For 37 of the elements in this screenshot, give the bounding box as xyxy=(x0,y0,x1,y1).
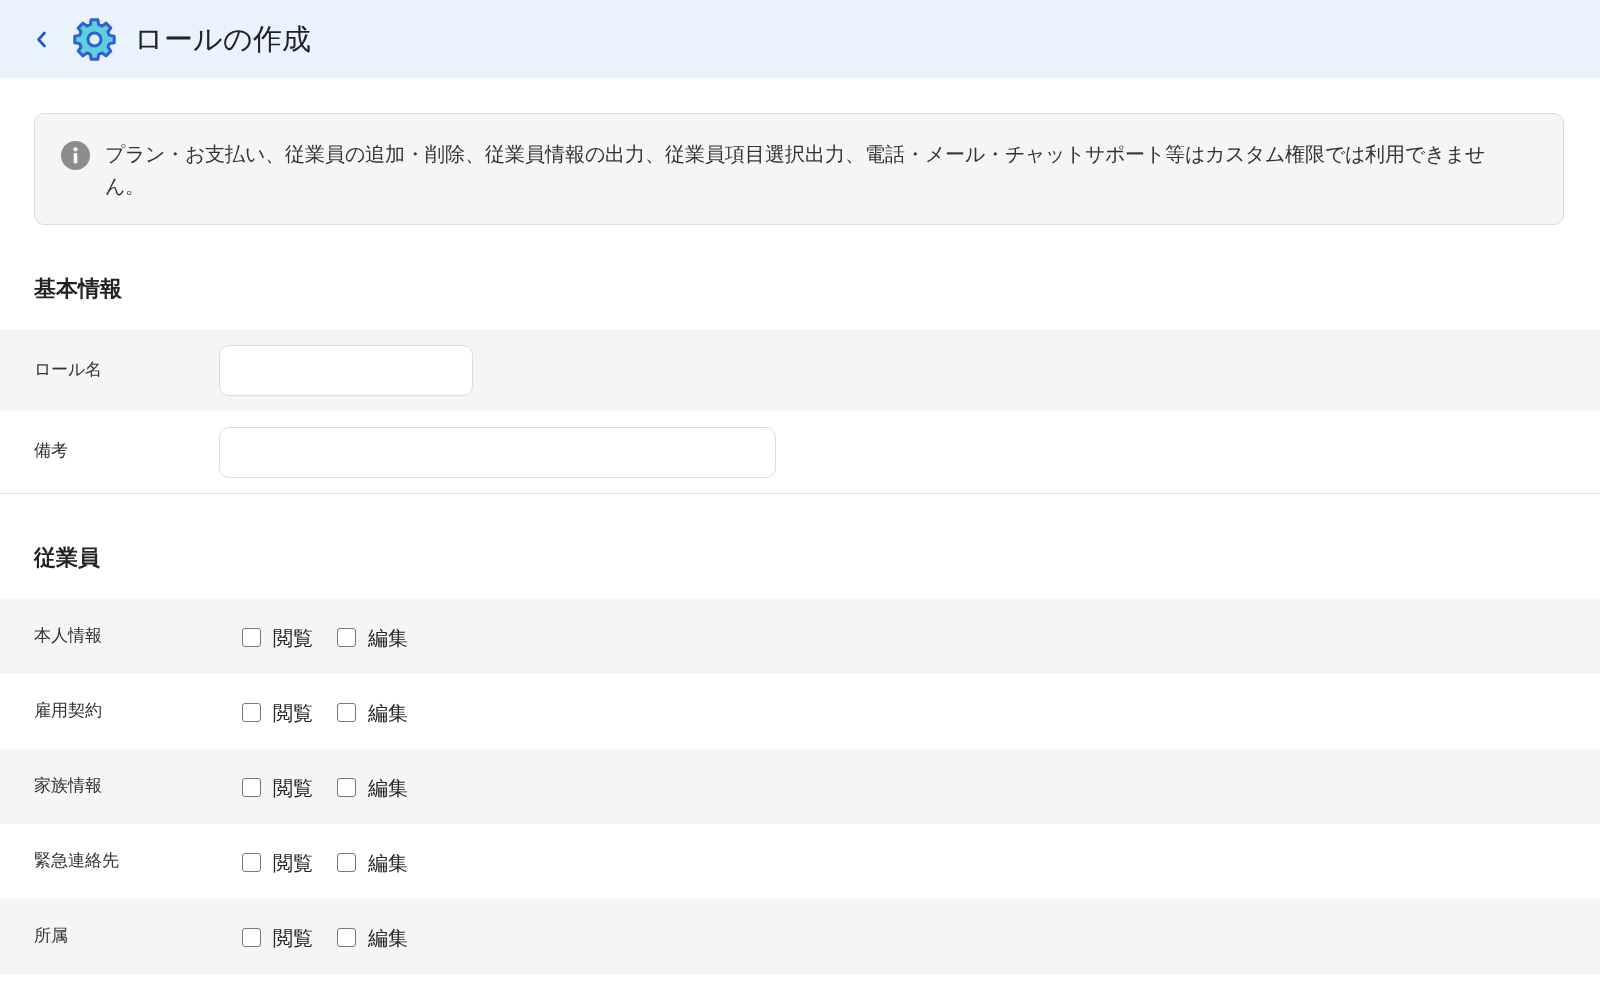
field-label: 備考 xyxy=(34,439,68,462)
page-title: ロールの作成 xyxy=(134,21,311,58)
checkbox[interactable] xyxy=(337,703,356,722)
field-label: ロール名 xyxy=(34,357,102,381)
checkbox-label[interactable]: 閲覧 xyxy=(273,699,313,727)
checkbox-label[interactable]: 編集 xyxy=(368,699,408,727)
checkbox-label[interactable]: 編集 xyxy=(368,624,408,652)
permission-label: 緊急連絡先 xyxy=(34,848,119,872)
text-field[interactable] xyxy=(219,345,473,396)
checkbox[interactable] xyxy=(337,853,356,872)
info-icon xyxy=(61,141,90,170)
checkbox-label[interactable]: 閲覧 xyxy=(273,774,313,802)
back-button[interactable] xyxy=(36,30,47,48)
section-heading: 基本情報 xyxy=(34,274,122,303)
gear-icon xyxy=(73,17,116,61)
checkbox-label[interactable]: 閲覧 xyxy=(273,624,313,652)
checkbox-label[interactable]: 編集 xyxy=(368,774,408,802)
permission-label: 雇用契約 xyxy=(34,698,102,722)
checkbox[interactable] xyxy=(242,778,261,797)
notice-text: プラン・お支払い、従業員の追加・削除、従業員情報の出力、従業員項目選択出力、電話・メール・チャットサポート等はカスタム権限では利用できません。 xyxy=(105,141,1486,200)
checkbox[interactable] xyxy=(337,778,356,797)
checkbox[interactable] xyxy=(337,928,356,947)
checkbox[interactable] xyxy=(242,928,261,947)
chevron-left-icon xyxy=(36,30,47,48)
checkbox-label[interactable]: 編集 xyxy=(368,849,408,877)
permission-label: 所属 xyxy=(34,923,68,947)
text-field[interactable] xyxy=(219,426,776,478)
checkbox[interactable] xyxy=(242,853,261,872)
checkbox[interactable] xyxy=(242,703,261,722)
checkbox-label[interactable]: 閲覧 xyxy=(273,849,313,877)
permission-label: 本人情報 xyxy=(34,623,102,647)
checkbox[interactable] xyxy=(242,628,261,647)
section-heading: 従業員 xyxy=(34,543,100,572)
permission-label: 家族情報 xyxy=(34,773,102,797)
checkbox[interactable] xyxy=(337,628,356,647)
checkbox-label[interactable]: 編集 xyxy=(368,924,408,952)
checkbox-label[interactable]: 閲覧 xyxy=(273,924,313,952)
